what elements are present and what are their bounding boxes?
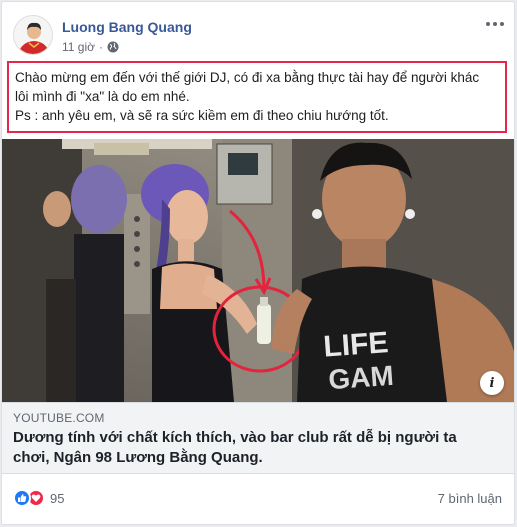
post-text-line-3: Ps : anh yêu em, và sẽ ra sức kiềm em đi… [15, 108, 389, 123]
post-text-line-2: lôi mình đi "xa" là do em nhé. [15, 89, 190, 104]
post-meta: 11 giờ · [62, 40, 119, 54]
post-card: Luong Bang Quang 11 giờ · Chào mừng em đ… [1, 1, 515, 525]
post-time[interactable]: 11 giờ [62, 40, 95, 54]
post-photo[interactable]: LIFE GAM i [2, 139, 514, 402]
link-title[interactable]: Dương tính với chất kích thích, vào bar … [13, 428, 493, 468]
author-name[interactable]: Luong Bang Quang [62, 19, 192, 35]
svg-text:GAM: GAM [327, 360, 394, 395]
reaction-count: 95 [50, 490, 65, 506]
globe-icon[interactable] [107, 41, 119, 53]
info-icon[interactable]: i [480, 371, 504, 395]
svg-text:LIFE: LIFE [322, 326, 389, 363]
post-footer: 95 7 bình luận [2, 485, 514, 513]
link-domain: YOUTUBE.COM [13, 411, 105, 425]
avatar[interactable] [13, 15, 53, 55]
like-icon [13, 489, 31, 507]
more-dots-icon[interactable] [484, 16, 506, 32]
link-preview[interactable]: YOUTUBE.COM Dương tính với chất kích thí… [2, 402, 514, 474]
reactions-summary[interactable]: 95 [13, 489, 64, 507]
post-header: Luong Bang Quang 11 giờ · [2, 2, 514, 62]
comments-link[interactable]: 7 bình luận [438, 491, 502, 506]
post-text-line-1: Chào mừng em đến với thế giới DJ, có đi … [15, 70, 480, 85]
post-text: Chào mừng em đến với thế giới DJ, có đi … [7, 61, 507, 133]
elevator-selfie-image: LIFE GAM [2, 139, 514, 402]
